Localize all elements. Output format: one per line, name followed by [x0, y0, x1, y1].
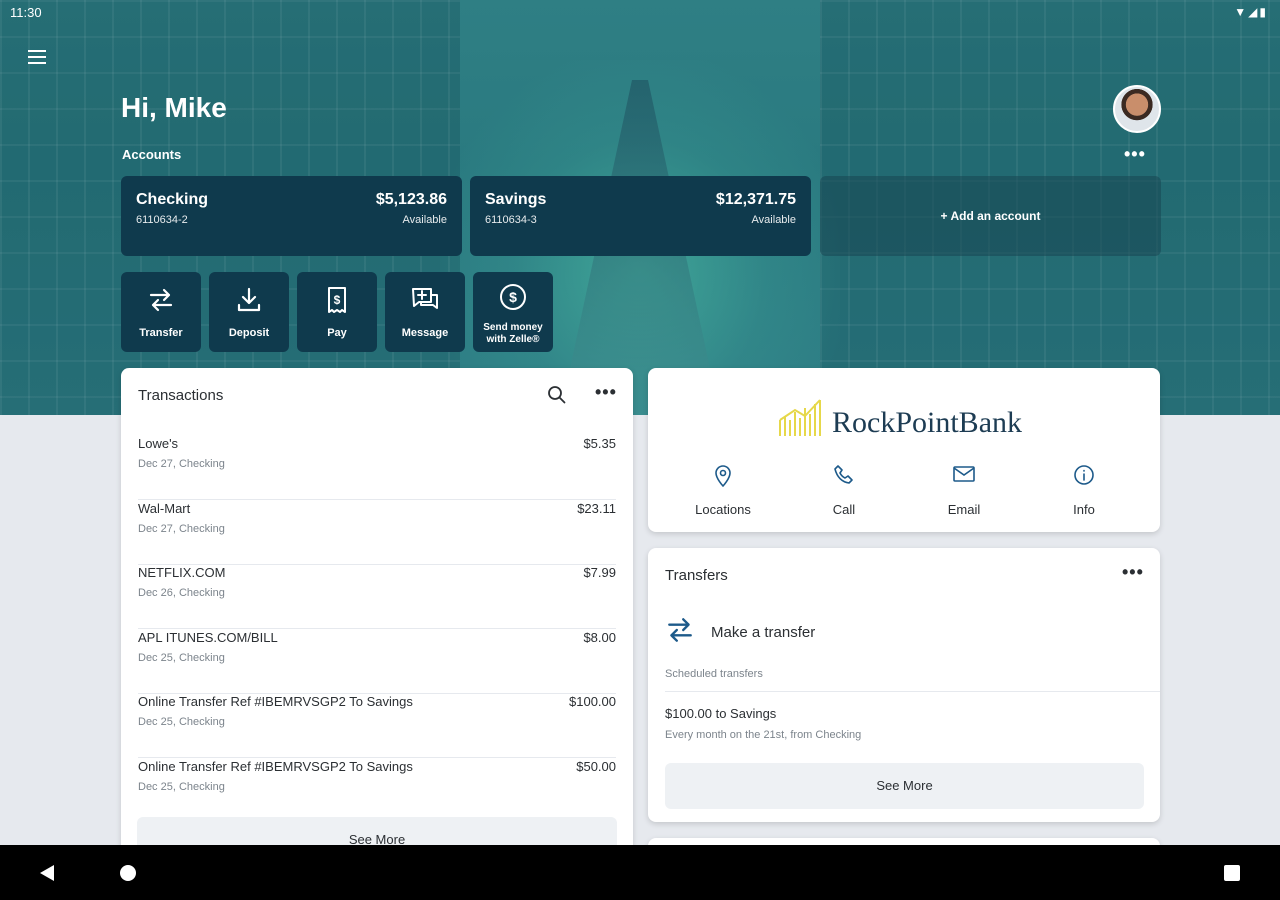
transaction-amount: $5.35 [583, 436, 616, 451]
scheduled-transfer-title[interactable]: $100.00 to Savings [665, 706, 776, 721]
hamburger-menu-icon[interactable] [22, 46, 52, 68]
greeting-title: Hi, Mike [121, 92, 227, 123]
transfers-card: Transfers ••• Make a transfer Scheduled … [648, 548, 1160, 822]
account-balance: $5,123.86 [375, 191, 447, 208]
deposit-button[interactable]: Deposit [209, 272, 289, 352]
status-icons: ▼◢▮ [1234, 5, 1268, 19]
dollar-circle-icon: $ [473, 282, 553, 312]
message-icon [385, 286, 465, 314]
account-card-savings[interactable]: Savings 6110634-3 $12,371.75 Available [470, 176, 811, 256]
search-icon[interactable] [547, 385, 567, 410]
info-button[interactable]: Info [1039, 464, 1129, 517]
action-label: Message [401, 327, 449, 339]
transaction-description: NETFLIX.COM [138, 565, 226, 580]
pay-icon: $ [297, 286, 377, 314]
transaction-subtitle: Dec 25, Checking [138, 781, 225, 793]
scheduled-transfers-label: Scheduled transfers [665, 668, 763, 680]
transaction-subtitle: Dec 25, Checking [138, 716, 225, 728]
transaction-description: Online Transfer Ref #IBEMRVSGP2 To Savin… [138, 759, 413, 774]
transaction-subtitle: Dec 26, Checking [138, 587, 225, 599]
transaction-description: Online Transfer Ref #IBEMRVSGP2 To Savin… [138, 694, 413, 709]
account-balance-label: Available [751, 214, 796, 226]
bank-card: RockPointBank Locations Call Email Info [648, 368, 1160, 532]
transaction-description: Lowe's [138, 436, 179, 451]
transfer-icon [121, 286, 201, 314]
bank-action-label: Email [947, 502, 981, 517]
accounts-label: Accounts [122, 147, 182, 162]
home-icon[interactable] [120, 865, 136, 881]
account-number: 6110634-3 [485, 214, 537, 226]
transaction-amount: $23.11 [577, 501, 616, 516]
bank-action-label: Call [832, 502, 856, 517]
action-label: Pay [327, 327, 347, 339]
avatar[interactable] [1113, 85, 1161, 133]
action-label: Send money with Zelle® [483, 322, 543, 345]
transactions-title: Transactions [138, 387, 224, 404]
locations-button[interactable]: Locations [678, 464, 768, 517]
table-row[interactable]: Lowe's Dec 27, Checking $5.35 [138, 436, 616, 500]
transaction-subtitle: Dec 25, Checking [138, 652, 225, 664]
account-name: Savings [485, 191, 547, 208]
add-account-label: + Add an account [940, 209, 1041, 223]
account-number: 6110634-2 [136, 214, 188, 226]
message-button[interactable]: Message [385, 272, 465, 352]
bank-action-label: Info [1073, 502, 1095, 517]
divider [665, 691, 1160, 692]
make-transfer-label: Make a transfer [711, 623, 816, 641]
transactions-card: Transactions ••• Lowe's Dec 27, Checking… [121, 368, 633, 858]
bank-name: RockPointBank [832, 406, 1023, 439]
transactions-more-icon[interactable]: ••• [595, 382, 617, 403]
system-nav-bar [0, 845, 1280, 900]
zelle-button[interactable]: $ Send money with Zelle® [473, 272, 553, 352]
table-row[interactable]: Online Transfer Ref #IBEMRVSGP2 To Savin… [138, 694, 616, 758]
back-icon[interactable] [40, 865, 54, 881]
account-name: Checking [136, 191, 209, 208]
call-button[interactable]: Call [799, 464, 889, 517]
table-row[interactable]: APL ITUNES.COM/BILL Dec 25, Checking $8.… [138, 630, 616, 694]
transaction-subtitle: Dec 27, Checking [138, 458, 225, 470]
bank-logo-icon [779, 399, 821, 436]
bank-logo: RockPointBank [778, 394, 1022, 438]
action-label: Deposit [228, 327, 270, 339]
transfers-see-more-button[interactable]: See More [665, 763, 1144, 809]
email-button[interactable]: Email [919, 464, 1009, 517]
status-bar: 11:30 ▼◢▮ [0, 0, 1280, 26]
table-row[interactable]: NETFLIX.COM Dec 26, Checking $7.99 [138, 565, 616, 629]
add-account-button[interactable]: + Add an account [820, 176, 1161, 256]
transaction-description: APL ITUNES.COM/BILL [138, 630, 278, 645]
table-row[interactable]: Online Transfer Ref #IBEMRVSGP2 To Savin… [138, 759, 616, 823]
pay-button[interactable]: $ Pay [297, 272, 377, 352]
deposit-icon [209, 286, 289, 314]
svg-text:$: $ [334, 293, 341, 307]
account-balance-label: Available [402, 214, 447, 226]
account-balance: $12,371.75 [715, 191, 796, 208]
info-icon [1039, 464, 1129, 488]
table-row[interactable]: Wal-Mart Dec 27, Checking $23.11 [138, 501, 616, 565]
account-card-checking[interactable]: Checking 6110634-2 $5,123.86 Available [121, 176, 462, 256]
transaction-amount: $8.00 [583, 630, 616, 645]
action-label: Transfer [139, 327, 183, 339]
phone-icon [799, 464, 889, 488]
transaction-subtitle: Dec 27, Checking [138, 523, 225, 535]
scheduled-transfer-subtitle: Every month on the 21st, from Checking [665, 729, 862, 741]
email-icon [919, 464, 1009, 488]
transfers-more-icon[interactable]: ••• [1122, 562, 1144, 583]
bank-action-label: Locations [695, 502, 751, 517]
transaction-amount: $100.00 [569, 694, 616, 709]
transfer-icon [665, 615, 695, 650]
transfer-button[interactable]: Transfer [121, 272, 201, 352]
transfers-title: Transfers [665, 567, 728, 584]
recent-apps-icon[interactable] [1224, 865, 1240, 881]
accounts-more-icon[interactable]: ••• [1124, 144, 1146, 165]
transaction-description: Wal-Mart [138, 501, 191, 516]
status-time: 11:30 [10, 5, 42, 20]
svg-text:$: $ [509, 289, 517, 305]
transaction-amount: $50.00 [576, 759, 616, 774]
make-transfer-button[interactable]: Make a transfer [665, 612, 815, 652]
location-pin-icon [678, 464, 768, 488]
transaction-amount: $7.99 [583, 565, 616, 580]
